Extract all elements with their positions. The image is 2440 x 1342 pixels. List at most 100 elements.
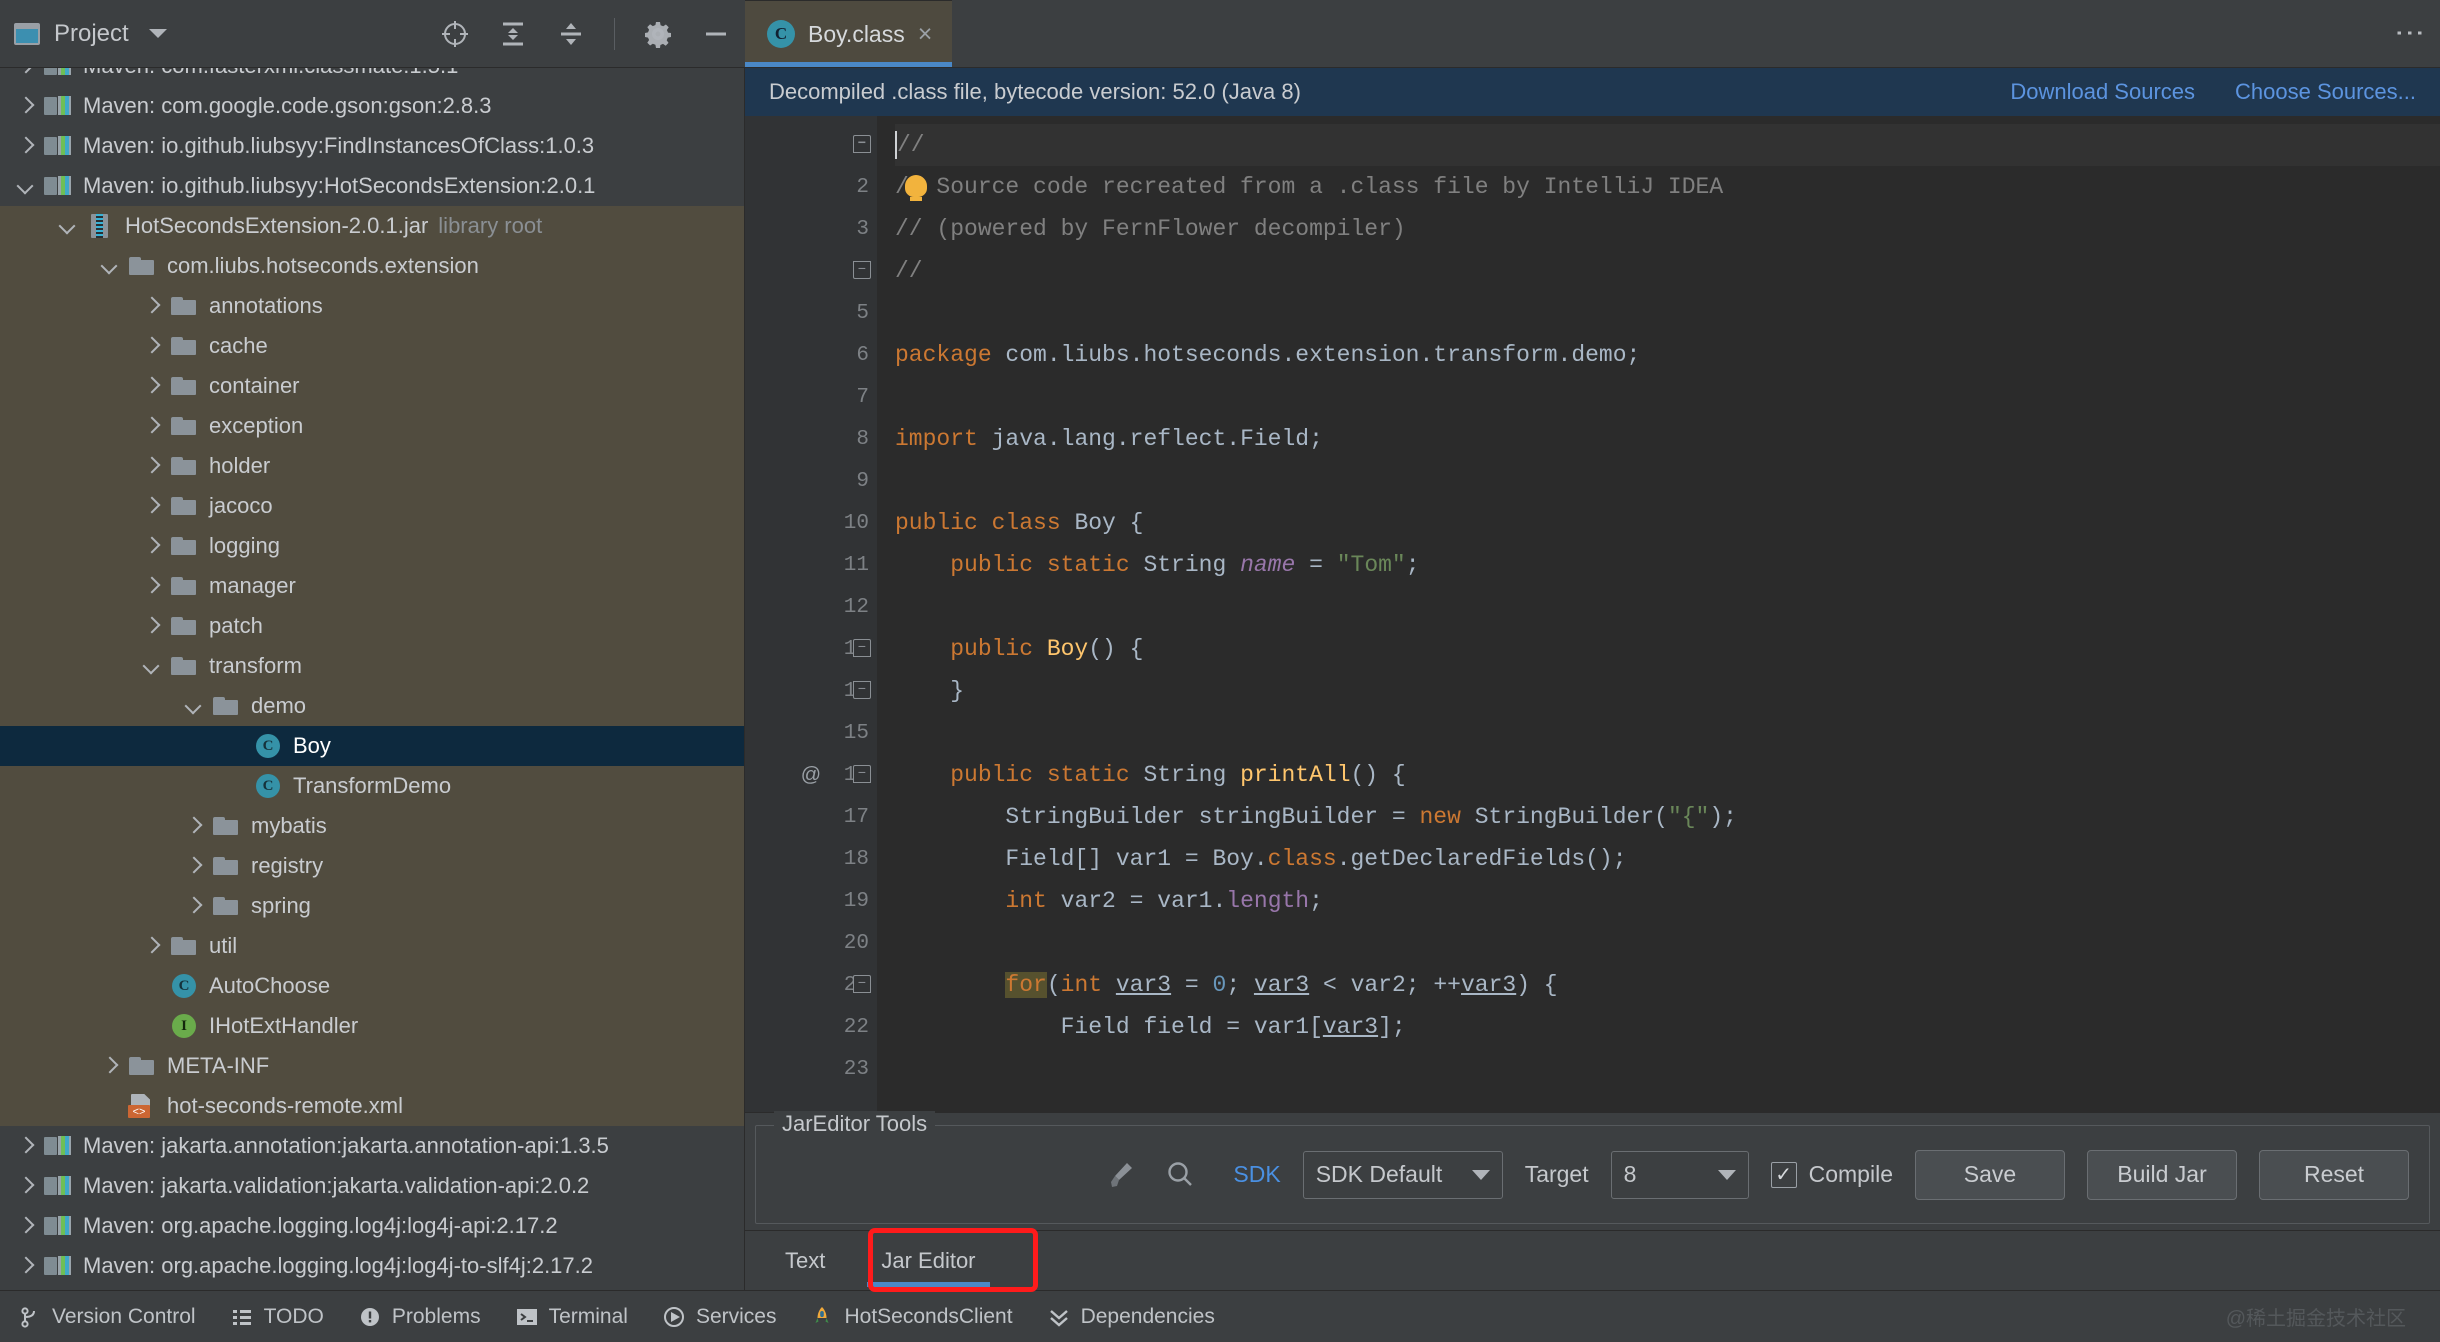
- code-fold-toggle[interactable]: −: [853, 681, 871, 699]
- tree-item[interactable]: com.liubs.hotseconds.extension: [0, 246, 744, 286]
- editor-tab-boy-class[interactable]: C Boy.class ×: [745, 0, 952, 67]
- code-line[interactable]: // (powered by FernFlower decompiler): [895, 208, 2440, 250]
- status-bar-item-services[interactable]: Services: [662, 1305, 777, 1329]
- chevron-right-icon[interactable]: [16, 136, 36, 156]
- collapse-all-icon[interactable]: [556, 19, 586, 49]
- compile-checkbox[interactable]: ✓ Compile: [1771, 1161, 1893, 1188]
- code-fold-toggle[interactable]: −: [853, 639, 871, 657]
- tree-item[interactable]: AutoChoose: [0, 966, 744, 1006]
- tree-item[interactable]: Maven: org.apache.logging.log4j:log4j-to…: [0, 1246, 744, 1286]
- chevron-right-icon[interactable]: [100, 1056, 120, 1076]
- chevron-right-icon[interactable]: [142, 336, 162, 356]
- chevron-right-icon[interactable]: [142, 376, 162, 396]
- tree-item[interactable]: patch: [0, 606, 744, 646]
- chevron-right-icon[interactable]: [16, 96, 36, 116]
- search-icon[interactable]: [1161, 1156, 1199, 1194]
- chevron-right-icon[interactable]: [16, 1256, 36, 1276]
- status-bar-item-version-control[interactable]: Version Control: [18, 1305, 196, 1329]
- close-icon[interactable]: ×: [918, 22, 933, 47]
- tree-item[interactable]: mybatis: [0, 806, 744, 846]
- more-options-icon[interactable]: ⋮: [2400, 18, 2418, 50]
- tree-item[interactable]: util: [0, 926, 744, 966]
- chevron-down-icon[interactable]: [184, 696, 204, 716]
- tree-item[interactable]: TransformDemo: [0, 766, 744, 806]
- chevron-right-icon[interactable]: [142, 296, 162, 316]
- code-line[interactable]: [895, 586, 2440, 628]
- tree-item[interactable]: container: [0, 366, 744, 406]
- code-line[interactable]: public static String name = "Tom";: [895, 544, 2440, 586]
- chevron-down-icon[interactable]: [142, 656, 162, 676]
- chevron-down-icon[interactable]: [16, 176, 36, 196]
- chevron-right-icon[interactable]: [16, 1216, 36, 1236]
- project-title-box[interactable]: Project: [14, 20, 167, 48]
- code-line[interactable]: Field field = var1[var3];: [895, 1006, 2440, 1048]
- tree-item[interactable]: Maven: com.fasterxml.classmate:1.5.1: [0, 68, 744, 86]
- code-line[interactable]: int var2 = var1.length;: [895, 880, 2440, 922]
- chevron-right-icon[interactable]: [142, 416, 162, 436]
- code-fold-toggle[interactable]: −: [853, 765, 871, 783]
- build-jar-button[interactable]: Build Jar: [2087, 1150, 2237, 1200]
- tree-item[interactable]: holder: [0, 446, 744, 486]
- tree-item[interactable]: Maven: jakarta.annotation:jakarta.annota…: [0, 1126, 744, 1166]
- code-line[interactable]: [895, 292, 2440, 334]
- chevron-down-icon[interactable]: [58, 216, 78, 236]
- save-button[interactable]: Save: [1915, 1150, 2065, 1200]
- tree-item[interactable]: registry: [0, 846, 744, 886]
- code-line[interactable]: [895, 460, 2440, 502]
- editor-bottom-tab-jar-editor[interactable]: Jar Editor: [853, 1231, 1003, 1290]
- chevron-right-icon[interactable]: [16, 1176, 36, 1196]
- chevron-right-icon[interactable]: [142, 576, 162, 596]
- tree-item[interactable]: Maven: org.apache.logging.log4j:log4j-ap…: [0, 1206, 744, 1246]
- tree-item[interactable]: spring: [0, 886, 744, 926]
- tree-item[interactable]: HotSecondsExtension-2.0.1.jarlibrary roo…: [0, 206, 744, 246]
- settings-gear-icon[interactable]: [643, 19, 673, 49]
- code-editor-area[interactable]: 1−234−5678910111213−14−1516@−1718192021−…: [745, 116, 2440, 1112]
- choose-sources-link[interactable]: Choose Sources...: [2235, 79, 2416, 105]
- status-bar-item-hotsecondsclient[interactable]: HotSecondsClient: [810, 1305, 1012, 1329]
- tree-item[interactable]: logging: [0, 526, 744, 566]
- chevron-right-icon[interactable]: [16, 68, 36, 76]
- tree-item[interactable]: exception: [0, 406, 744, 446]
- locate-icon[interactable]: [440, 19, 470, 49]
- code-fold-toggle[interactable]: −: [853, 975, 871, 993]
- tree-item[interactable]: Boy: [0, 726, 744, 766]
- chevron-right-icon[interactable]: [184, 856, 204, 876]
- status-bar-item-terminal[interactable]: Terminal: [515, 1305, 628, 1329]
- tree-item[interactable]: META-INF: [0, 1046, 744, 1086]
- code-line[interactable]: }: [895, 670, 2440, 712]
- expand-all-icon[interactable]: [498, 19, 528, 49]
- code-fold-toggle[interactable]: −: [853, 261, 871, 279]
- code-line[interactable]: package com.liubs.hotseconds.extension.t…: [895, 334, 2440, 376]
- chevron-right-icon[interactable]: [142, 496, 162, 516]
- tree-item[interactable]: cache: [0, 326, 744, 366]
- tree-item[interactable]: Maven: io.github.liubsyy:FindInstancesOf…: [0, 126, 744, 166]
- line-number-gutter[interactable]: 1−234−5678910111213−14−1516@−1718192021−…: [745, 116, 877, 1112]
- tree-item[interactable]: IHotExtHandler: [0, 1006, 744, 1046]
- code-line[interactable]: for(int var3 = 0; var3 < var2; ++var3) {: [895, 964, 2440, 1006]
- code-line[interactable]: public static String printAll() {: [895, 754, 2440, 796]
- tree-item[interactable]: Maven: com.google.code.gson:gson:2.8.3: [0, 86, 744, 126]
- chevron-down-icon[interactable]: [149, 29, 167, 38]
- code-fold-toggle[interactable]: −: [853, 135, 871, 153]
- tree-item[interactable]: Maven: io.github.liubsyy:HotSecondsExten…: [0, 166, 744, 206]
- chevron-down-icon[interactable]: [100, 256, 120, 276]
- code-line[interactable]: [895, 922, 2440, 964]
- chevron-right-icon[interactable]: [142, 456, 162, 476]
- status-bar-item-problems[interactable]: Problems: [358, 1305, 481, 1329]
- tree-item[interactable]: demo: [0, 686, 744, 726]
- code-line[interactable]: StringBuilder stringBuilder = new String…: [895, 796, 2440, 838]
- target-select[interactable]: 8: [1611, 1151, 1749, 1199]
- chevron-right-icon[interactable]: [142, 616, 162, 636]
- tree-item[interactable]: manager: [0, 566, 744, 606]
- project-tree[interactable]: Maven: com.fasterxml.classmate:1.5.1Mave…: [0, 68, 745, 1290]
- code-line[interactable]: import java.lang.reflect.Field;: [895, 418, 2440, 460]
- tree-item[interactable]: Maven: jakarta.validation:jakarta.valida…: [0, 1166, 744, 1206]
- download-sources-link[interactable]: Download Sources: [2010, 79, 2195, 105]
- tree-item[interactable]: jacoco: [0, 486, 744, 526]
- code-content[interactable]: //// Source code recreated from a .class…: [877, 116, 2440, 1112]
- chevron-right-icon[interactable]: [184, 816, 204, 836]
- code-line[interactable]: // Source code recreated from a .class f…: [895, 166, 2440, 208]
- code-line[interactable]: Field[] var1 = Boy.class.getDeclaredFiel…: [895, 838, 2440, 880]
- code-line[interactable]: [895, 712, 2440, 754]
- tree-item[interactable]: transform: [0, 646, 744, 686]
